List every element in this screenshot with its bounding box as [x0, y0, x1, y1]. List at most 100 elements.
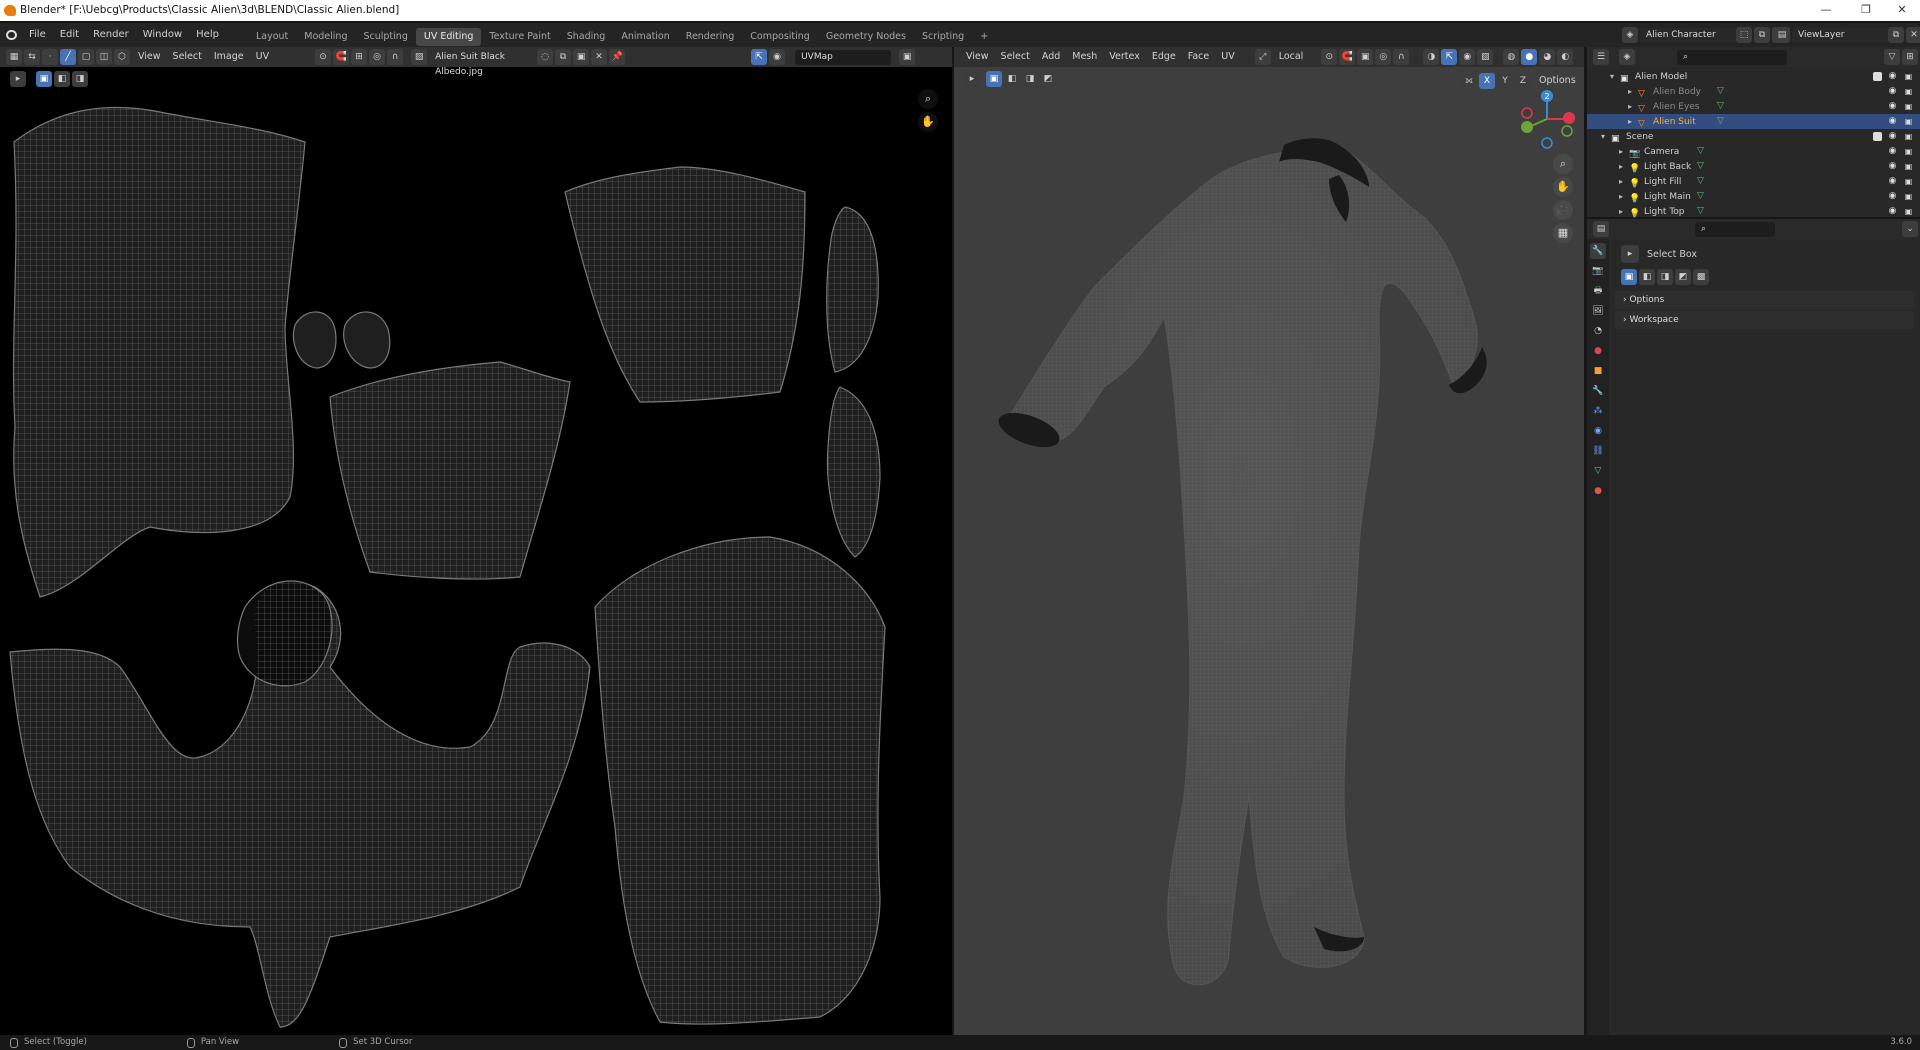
physics-tab-icon[interactable]: ◉ [1590, 423, 1606, 439]
light-data-icon[interactable]: ▽ [1697, 189, 1704, 204]
expand-arrow-icon[interactable]: ▾ [1601, 129, 1611, 144]
menu-file[interactable]: File [22, 23, 53, 47]
vp-select-extend-icon[interactable]: ◧ [1004, 71, 1020, 87]
pin-scene-icon[interactable]: ⬚ [1736, 27, 1752, 43]
edge-select-icon[interactable]: ╱ [60, 49, 76, 65]
tab-uv-editing[interactable]: UV Editing [415, 27, 482, 46]
vp-select-set-icon[interactable]: ▣ [986, 71, 1002, 87]
visibility-eye-icon[interactable]: ◉ [1887, 146, 1898, 157]
collection-checkbox[interactable] [1873, 72, 1882, 81]
vp-perspective-toggle-icon[interactable]: ▦ [1553, 223, 1573, 243]
shading-solid-icon[interactable]: ● [1521, 49, 1538, 65]
snap-icon[interactable]: 🧲 [333, 49, 350, 65]
expand-arrow-icon[interactable]: ▸ [1619, 159, 1629, 174]
light-data-icon[interactable]: ▽ [1697, 204, 1704, 219]
vp-snap-target-icon[interactable]: ▣ [1357, 49, 1374, 65]
vp-menu-edge[interactable]: Edge [1146, 47, 1182, 67]
outliner-row-light-top[interactable]: ▸ 💡 Light Top ▽ ◉ ▣ [1587, 204, 1920, 219]
particles-tab-icon[interactable]: ⁂ [1590, 403, 1606, 419]
open-image-icon[interactable]: ▣ [573, 49, 590, 65]
uv-editor-area[interactable]: ▦ ⇆ · ╱ ▢ ◫ ⬡ View Select Image UV ⊙ 🧲 ⊞… [0, 47, 952, 1035]
render-camera-icon[interactable]: ▣ [1903, 161, 1914, 172]
vp-menu-mesh[interactable]: Mesh [1066, 47, 1103, 67]
tab-texture-paint[interactable]: Texture Paint [481, 28, 558, 46]
expand-arrow-icon[interactable]: ▸ [1619, 204, 1629, 219]
editor-type-icon[interactable]: ▦ [6, 49, 22, 65]
vp-menu-vertex[interactable]: Vertex [1103, 47, 1146, 67]
tab-shading[interactable]: Shading [559, 28, 614, 46]
maximize-button[interactable]: ❐ [1846, 0, 1886, 21]
xray-icon[interactable]: ▨ [1477, 49, 1494, 65]
tab-animation[interactable]: Animation [613, 28, 677, 46]
mesh-data-icon[interactable]: ▽ [1717, 84, 1724, 99]
outliner-row-alien-eyes[interactable]: ▸ ▽ Alien Eyes ▽ ◉ ▣ [1587, 99, 1920, 114]
menu-help[interactable]: Help [189, 23, 226, 47]
vp-menu-add[interactable]: Add [1036, 47, 1066, 67]
face-select-icon[interactable]: ▢ [78, 49, 94, 65]
view-layer-icon[interactable]: ▤ [1774, 27, 1790, 43]
filter-icon[interactable]: ▽ [1884, 49, 1900, 65]
properties-area[interactable]: ▤ ⌕ ⌄ 🔧 📷 🖶 🖼 ◔ ● ■ 🔧 ⁂ ◉ ⛓ ▽ ● ▸ Select… [1587, 219, 1920, 1035]
outliner-row-light-fill[interactable]: ▸ 💡 Light Fill ▽ ◉ ▣ [1587, 174, 1920, 189]
orientation-icon[interactable]: ⤢ [1254, 49, 1271, 65]
vp-select-subtract-icon[interactable]: ◨ [1022, 71, 1038, 87]
properties-editor-type-icon[interactable]: ▤ [1593, 221, 1609, 237]
image-name-field[interactable]: Alien Suit Black Albedo.jpg [429, 49, 538, 77]
uv-menu-view[interactable]: View [132, 47, 167, 67]
add-workspace-button[interactable]: + [972, 28, 996, 46]
light-data-icon[interactable]: ▽ [1697, 159, 1704, 174]
vp-pan-icon[interactable]: ✋ [1553, 177, 1573, 197]
expand-arrow-icon[interactable]: ▸ [1619, 174, 1629, 189]
outliner-row-light-main[interactable]: ▸ 💡 Light Main ▽ ◉ ▣ [1587, 189, 1920, 204]
vp-menu-select[interactable]: Select [995, 47, 1036, 67]
vp-zoom-icon[interactable]: ⌕ [1553, 154, 1573, 174]
menu-render[interactable]: Render [86, 23, 136, 47]
vp-pivot-icon[interactable]: ⊙ [1321, 49, 1338, 65]
shading-material-icon[interactable]: ◕ [1539, 49, 1556, 65]
tab-rendering[interactable]: Rendering [678, 28, 743, 46]
display-channels-icon[interactable]: ▣ [899, 49, 916, 65]
shading-wireframe-icon[interactable]: ◍ [1503, 49, 1520, 65]
gizmo-neg-y-axis[interactable] [1561, 125, 1573, 137]
tool-mode-set-icon[interactable]: ▣ [1621, 269, 1637, 285]
render-camera-icon[interactable]: ▣ [1903, 176, 1914, 187]
outliner-row-alien-model[interactable]: ▾ ▣ Alien Model ◉ ▣ [1587, 69, 1920, 84]
scene-name-field[interactable]: Alien Character [1640, 27, 1736, 43]
visibility-eye-icon[interactable]: ◉ [1887, 191, 1898, 202]
outliner-row-alien-body[interactable]: ▸ ▽ Alien Body ▽ ◉ ▣ [1587, 84, 1920, 99]
new-collection-icon[interactable]: ⊞ [1902, 49, 1918, 65]
close-button[interactable]: ✕ [1882, 0, 1920, 21]
visibility-eye-icon[interactable]: ◉ [1887, 116, 1898, 127]
tab-geometry-nodes[interactable]: Geometry Nodes [818, 28, 914, 46]
mesh-data-icon[interactable]: ▽ [1717, 114, 1724, 129]
modifier-tab-icon[interactable]: 🔧 [1590, 383, 1606, 399]
properties-options-icon[interactable]: ⌄ [1902, 221, 1918, 237]
panel-options[interactable]: › Options [1615, 291, 1914, 309]
select-box-tool-icon[interactable]: ▸ [1621, 245, 1639, 263]
mirror-icon[interactable]: ⟗ [1461, 73, 1477, 89]
3d-viewport-area[interactable]: View Select Add Mesh Vertex Edge Face UV… [954, 47, 1584, 1035]
vp-falloff-icon[interactable]: ∩ [1393, 49, 1410, 65]
outliner-row-camera[interactable]: ▸ 📷 Camera ▽ ◉ ▣ [1587, 144, 1920, 159]
vertex-select-icon[interactable]: · [42, 49, 58, 65]
alien-suit-mesh[interactable] [984, 97, 1544, 1037]
island-select-icon[interactable]: ◫ [96, 49, 112, 65]
image-browse-icon[interactable]: ▨ [411, 49, 428, 65]
visibility-icon[interactable]: ◑ [1423, 49, 1440, 65]
panel-workspace[interactable]: › Workspace [1615, 311, 1914, 329]
visibility-eye-icon[interactable]: ◉ [1887, 86, 1898, 97]
snap-target-icon[interactable]: ⊞ [351, 49, 368, 65]
new-view-layer-icon[interactable]: ⧉ [1888, 27, 1904, 43]
expand-arrow-icon[interactable]: ▸ [1619, 144, 1629, 159]
uv-canvas[interactable] [0, 67, 952, 1035]
expand-arrow-icon[interactable]: ▸ [1628, 84, 1638, 99]
orientation-dropdown[interactable]: Local [1273, 47, 1310, 67]
outliner-row-light-back[interactable]: ▸ 💡 Light Back ▽ ◉ ▣ [1587, 159, 1920, 174]
outliner-row-scene[interactable]: ▾ ▣ Scene ◉ ▣ [1587, 129, 1920, 144]
tool-mode-intersect-icon[interactable]: ▩ [1693, 269, 1709, 285]
expand-arrow-icon[interactable]: ▾ [1610, 69, 1620, 84]
tool-mode-subtract-icon[interactable]: ◨ [1657, 269, 1673, 285]
object-tab-icon[interactable]: ■ [1590, 363, 1606, 379]
visibility-eye-icon[interactable]: ◉ [1887, 161, 1898, 172]
constraints-tab-icon[interactable]: ⛓ [1590, 443, 1606, 459]
